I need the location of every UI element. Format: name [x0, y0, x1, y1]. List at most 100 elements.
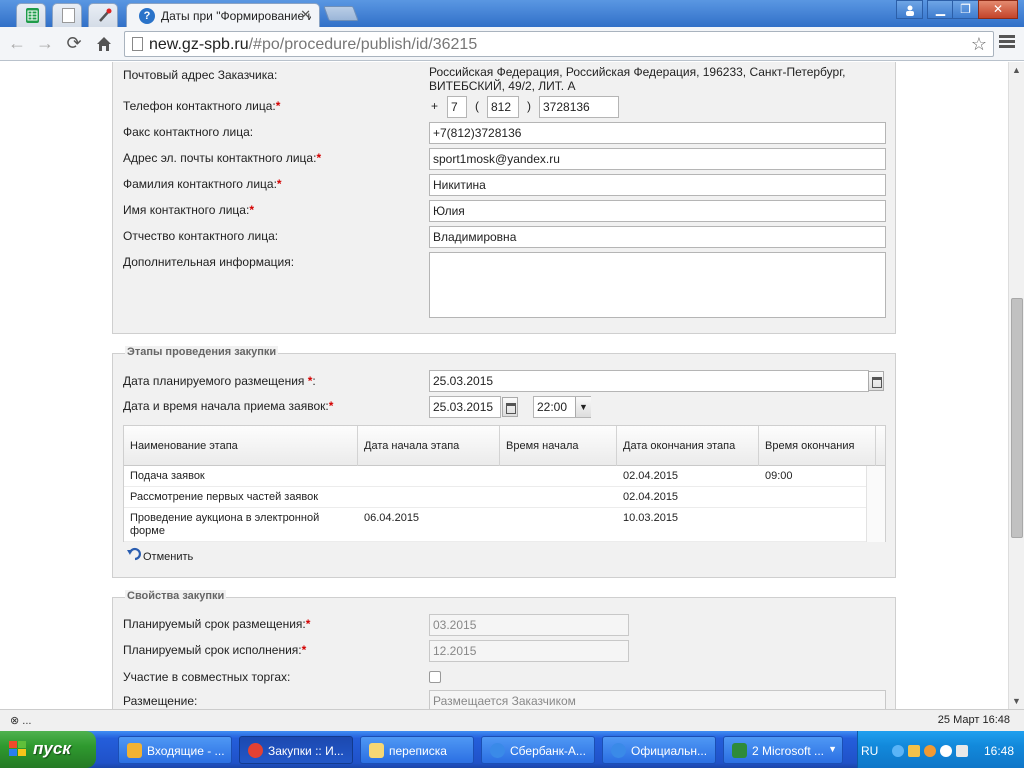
back-arrow-icon[interactable] [892, 745, 904, 757]
required-mark: * [316, 151, 322, 165]
home-icon[interactable] [93, 33, 115, 55]
clock-icon[interactable] [924, 745, 936, 757]
start-date-input[interactable]: 25.03.2015 [429, 396, 501, 418]
phone-country-input[interactable]: 7 [447, 96, 467, 118]
back-arrow-icon[interactable]: ← [6, 33, 28, 55]
surname-input[interactable]: Никитина [429, 174, 886, 196]
monitor-icon[interactable] [956, 745, 968, 757]
address-bar[interactable]: new.gz-spb.ru/#po/procedure/publish/id/3… [124, 31, 994, 57]
extra-info-textarea[interactable] [429, 252, 886, 318]
task-label: Официальн... [631, 744, 708, 758]
profile-icon[interactable] [896, 0, 923, 19]
folder-icon [369, 743, 384, 758]
stages-legend: Этапы проведения закупки [125, 346, 279, 358]
status-left: ⊗ ... [10, 715, 32, 727]
scrollbar-thumb[interactable] [1011, 298, 1023, 538]
tray-clock: 16:48 [983, 744, 1014, 758]
new-tab-button[interactable] [323, 6, 359, 21]
calendar-icon[interactable] [868, 371, 884, 391]
help-icon: ? [139, 8, 155, 24]
restore-button[interactable]: ❐ [952, 0, 979, 19]
cell-start-time [500, 466, 617, 474]
calendar-icon[interactable] [502, 397, 518, 417]
page-scrollbar[interactable]: ▲ ▼ [1008, 62, 1024, 709]
joint-trading-checkbox[interactable] [429, 671, 441, 683]
pinned-tab-spreadsheet[interactable] [16, 3, 46, 27]
placement-input[interactable]: Размещается Заказчиком [429, 690, 886, 709]
phone-code-input[interactable]: 812 [487, 96, 519, 118]
ie-icon [611, 743, 626, 758]
close-window-button[interactable]: ✕ [978, 0, 1018, 19]
browser-toolbar: ← → ⟳ new.gz-spb.ru/#po/procedure/publis… [0, 27, 1024, 61]
patronymic-label: Отчество контактного лица: [123, 229, 279, 243]
mail-icon [127, 743, 142, 758]
windows-logo-icon [9, 741, 27, 757]
planned-date-label-suffix: : [312, 374, 316, 388]
reload-icon[interactable]: ⟳ [63, 33, 85, 55]
placement-term-input[interactable]: 03.2015 [429, 614, 629, 636]
scroll-down-icon[interactable]: ▼ [1012, 696, 1021, 706]
patronymic-input[interactable]: Владимировна [429, 226, 886, 248]
postal-address-line2: ВИТЕБСКИЙ, 49/2, ЛИТ. А [429, 79, 576, 93]
pinned-tab-tools[interactable] [88, 3, 118, 27]
menu-icon[interactable] [999, 35, 1015, 51]
start-time-value: 22:00 [537, 400, 568, 414]
execution-term-input[interactable]: 12.2015 [429, 640, 629, 662]
start-label-text: Дата и время начала приема заявок: [123, 399, 329, 413]
task-excel-group[interactable]: 2 Microsoft ... ▼ [723, 736, 843, 764]
system-tray: RU 16:48 [857, 731, 1024, 768]
col-end-time[interactable]: Время окончания [759, 426, 876, 466]
task-sberbank[interactable]: Сбербанк-А... [481, 736, 595, 764]
fax-label: Факс контактного лица: [123, 125, 254, 139]
planned-date-label: Дата планируемого размещения *: [123, 374, 316, 388]
planned-date-label-text: Дата планируемого размещения [123, 374, 308, 388]
undo-button[interactable]: Отменить [127, 546, 193, 563]
fax-input[interactable]: +7(812)3728136 [429, 122, 886, 144]
table-row[interactable]: Проведение аукциона в электронной форме … [124, 508, 866, 542]
language-indicator[interactable]: RU [861, 744, 878, 758]
network-icon[interactable] [940, 745, 952, 757]
planned-date-input[interactable]: 25.03.2015 [429, 370, 869, 392]
cell-start-time [500, 487, 617, 495]
task-label: 2 Microsoft ... [752, 744, 825, 758]
required-mark: * [301, 643, 307, 657]
bookmark-star-icon[interactable]: ☆ [971, 34, 987, 55]
minimize-button[interactable]: ▁ [927, 0, 954, 19]
tab-title: Даты при "Формирование и [161, 9, 311, 23]
scroll-up-icon[interactable]: ▲ [1012, 65, 1021, 75]
table-scrollbar[interactable] [866, 466, 885, 542]
task-inbox[interactable]: Входящие - ... [118, 736, 232, 764]
phone-label: Телефон контактного лица:* [123, 99, 280, 113]
task-folder[interactable]: переписка [360, 736, 474, 764]
pinned-tab-document[interactable] [52, 3, 82, 27]
cell-end-time [759, 508, 866, 516]
table-row[interactable]: Рассмотрение первых частей заявок 02.04.… [124, 487, 866, 508]
required-mark: * [249, 203, 254, 217]
col-end-date[interactable]: Дата окончания этапа [617, 426, 759, 466]
start-button[interactable]: пуск [0, 731, 96, 768]
close-icon[interactable]: ✕ [300, 7, 311, 23]
status-datetime: 25 Март 16:48 [937, 714, 1010, 726]
table-header: Наименование этапа Дата начала этапа Вре… [124, 426, 885, 466]
start-label: пуск [33, 739, 71, 758]
postal-address-label: Почтовый адрес Заказчика: [123, 68, 278, 82]
col-start-date[interactable]: Дата начала этапа [358, 426, 500, 466]
col-start-time[interactable]: Время начала [500, 426, 617, 466]
cell-start-date [358, 487, 500, 495]
email-input[interactable]: sport1mosk@yandex.ru [429, 148, 886, 170]
surname-label-text: Фамилия контактного лица: [123, 177, 277, 191]
name-label-text: Имя контактного лица: [123, 203, 250, 217]
col-stage-name[interactable]: Наименование этапа [124, 426, 358, 466]
chevron-down-icon[interactable]: ▼ [575, 397, 591, 417]
forward-arrow-icon[interactable]: → [34, 33, 56, 55]
task-official[interactable]: Официальн... [602, 736, 716, 764]
table-row[interactable]: Подача заявок 02.04.2015 09:00 [124, 466, 866, 487]
execution-term-label: Планируемый срок исполнения:* [123, 643, 306, 657]
tab-active[interactable]: ? Даты при "Формирование и ✕ [126, 3, 320, 27]
phone-label-text: Телефон контактного лица: [123, 99, 276, 113]
task-label: Входящие - ... [147, 744, 225, 758]
phone-number-input[interactable]: 3728136 [539, 96, 619, 118]
name-input[interactable]: Юлия [429, 200, 886, 222]
task-browser[interactable]: Закупки :: И... [239, 736, 353, 764]
folder-icon[interactable] [908, 745, 920, 757]
